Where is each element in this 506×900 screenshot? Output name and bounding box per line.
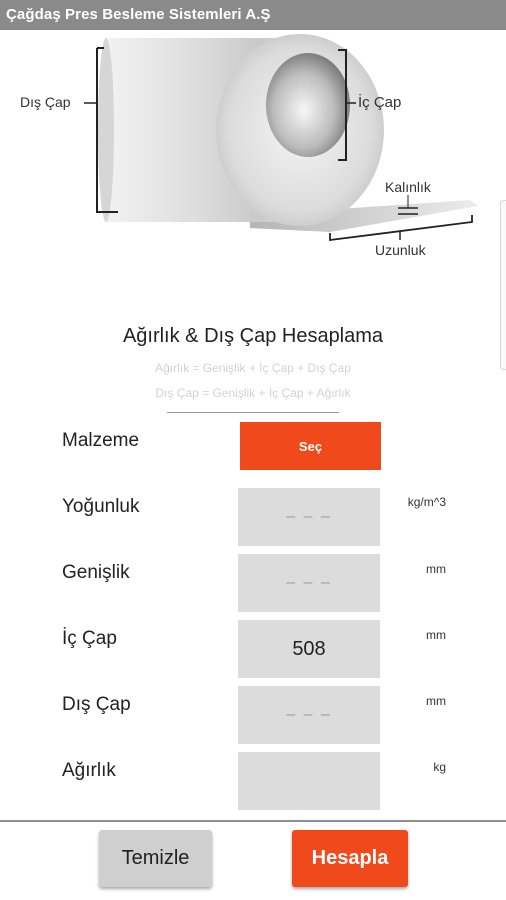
- inner-diameter-field-label: İç Çap: [62, 628, 117, 649]
- app-title: Çağdaş Pres Besleme Sistemleri A.Ş: [6, 6, 271, 23]
- weight-field[interactable]: [238, 752, 380, 810]
- clear-button[interactable]: Temizle: [99, 830, 212, 887]
- density-placeholder: – – –: [286, 508, 332, 525]
- outer-diameter-field-label: Dış Çap: [62, 694, 131, 715]
- weight-label: Ağırlık: [62, 760, 116, 781]
- coil-illustration: [84, 34, 478, 242]
- inner-diameter-unit: mm: [426, 628, 446, 642]
- density-unit: kg/m^3: [407, 495, 446, 509]
- app-bar: Çağdaş Pres Besleme Sistemleri A.Ş: [0, 0, 506, 30]
- outer-diameter-unit: mm: [426, 694, 446, 708]
- calculate-button[interactable]: Hesapla: [292, 830, 408, 887]
- coil-diagram: Dış Çap İç Çap Kalınlık Uzunluk: [0, 30, 506, 300]
- density-label: Yoğunluk: [62, 496, 140, 517]
- width-field[interactable]: – – –: [238, 554, 380, 612]
- width-unit: mm: [426, 562, 446, 576]
- inner-diameter-label: İç Çap: [358, 94, 402, 111]
- weight-unit: kg: [433, 760, 446, 774]
- section-title: Ağırlık & Dış Çap Hesaplama: [122, 325, 384, 347]
- inner-diameter-field[interactable]: 508: [238, 620, 380, 678]
- outer-diameter-field[interactable]: – – –: [238, 686, 380, 744]
- width-label: Genişlik: [62, 562, 130, 583]
- thickness-label: Kalınlık: [385, 179, 431, 195]
- inner-diameter-value: 508: [292, 637, 326, 660]
- material-label: Malzeme: [62, 430, 140, 451]
- formula-weight: Ağırlık = Genişlik + İç Çap + Dış Çap: [155, 361, 351, 375]
- density-field[interactable]: – – –: [238, 488, 380, 546]
- outer-diameter-placeholder: – – –: [286, 706, 332, 723]
- formula-divider: [167, 412, 339, 413]
- formula-outer-diameter: Dış Çap = Genişlik + İç Çap + Ağırlık: [155, 386, 351, 400]
- outer-diameter-label: Dış Çap: [20, 94, 71, 110]
- width-placeholder: – – –: [286, 574, 332, 591]
- material-select-button[interactable]: Seç: [240, 422, 381, 470]
- bottom-action-bar: [0, 820, 506, 900]
- length-label: Uzunluk: [375, 242, 426, 258]
- coil-hole: [266, 53, 350, 157]
